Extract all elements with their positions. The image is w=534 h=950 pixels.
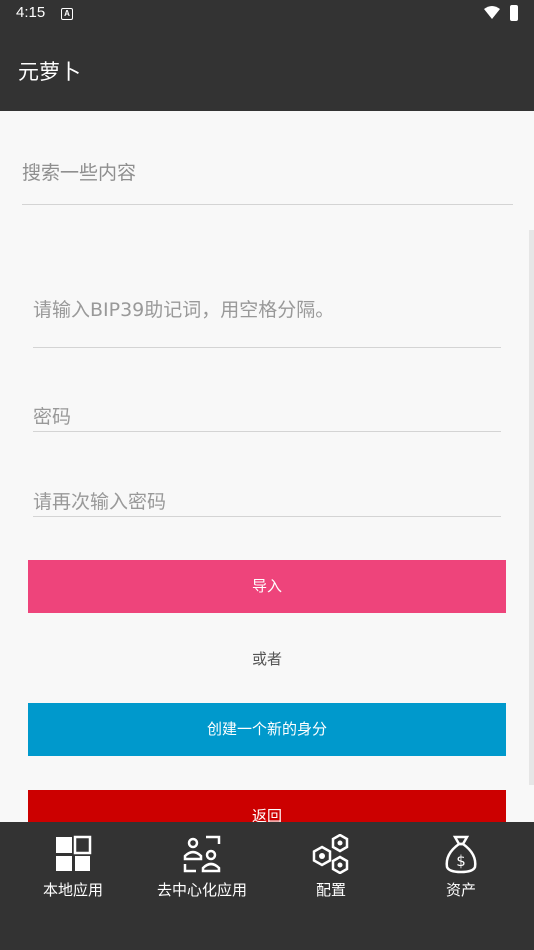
password-placeholder: 密码: [33, 406, 72, 428]
notification-a-icon: A: [61, 8, 73, 20]
nav-local-apps[interactable]: 本地应用: [8, 822, 138, 912]
import-button[interactable]: 导入: [28, 560, 506, 613]
create-identity-button[interactable]: 创建一个新的身分: [28, 703, 506, 756]
money-bag-icon: $: [445, 835, 477, 874]
scrollbar[interactable]: [529, 230, 534, 785]
or-label: 或者: [251, 650, 282, 668]
confirm-password-input[interactable]: 请再次输入密码: [33, 483, 501, 517]
app-title: 元萝卜: [18, 60, 81, 84]
back-button[interactable]: 返回: [28, 790, 506, 822]
hexagon-nodes-icon: [312, 834, 349, 874]
nav-config[interactable]: 配置: [266, 822, 396, 912]
nav-decentralized-apps-label: 去中心化应用: [156, 881, 247, 899]
nav-assets-label: 资产: [445, 881, 476, 899]
wifi-icon: [484, 6, 500, 19]
password-input[interactable]: 密码: [33, 398, 501, 432]
status-bar: 4:15 A: [0, 0, 534, 28]
grid-apps-icon: [56, 835, 92, 871]
status-time: 4:15: [16, 4, 46, 21]
mnemonic-placeholder: 请输入BIP39助记词，用空格分隔。: [33, 299, 335, 321]
search-input[interactable]: 搜索一些内容: [22, 150, 513, 205]
nav-assets[interactable]: $ 资产: [396, 822, 526, 912]
app-bar: 元萝卜: [0, 28, 534, 111]
bottom-nav: 本地应用 去中心化应用 配置 $ 资产: [0, 822, 534, 950]
search-placeholder: 搜索一些内容: [22, 162, 137, 184]
mnemonic-input[interactable]: 请输入BIP39助记词，用空格分隔。: [33, 285, 501, 348]
nav-local-apps-label: 本地应用: [42, 881, 103, 899]
decentralized-users-icon: [183, 835, 221, 873]
battery-icon: [510, 5, 518, 21]
svg-text:$: $: [456, 852, 466, 870]
nav-config-label: 配置: [315, 881, 346, 899]
confirm-password-placeholder: 请再次输入密码: [33, 491, 167, 513]
nav-decentralized-apps[interactable]: 去中心化应用: [137, 822, 267, 912]
